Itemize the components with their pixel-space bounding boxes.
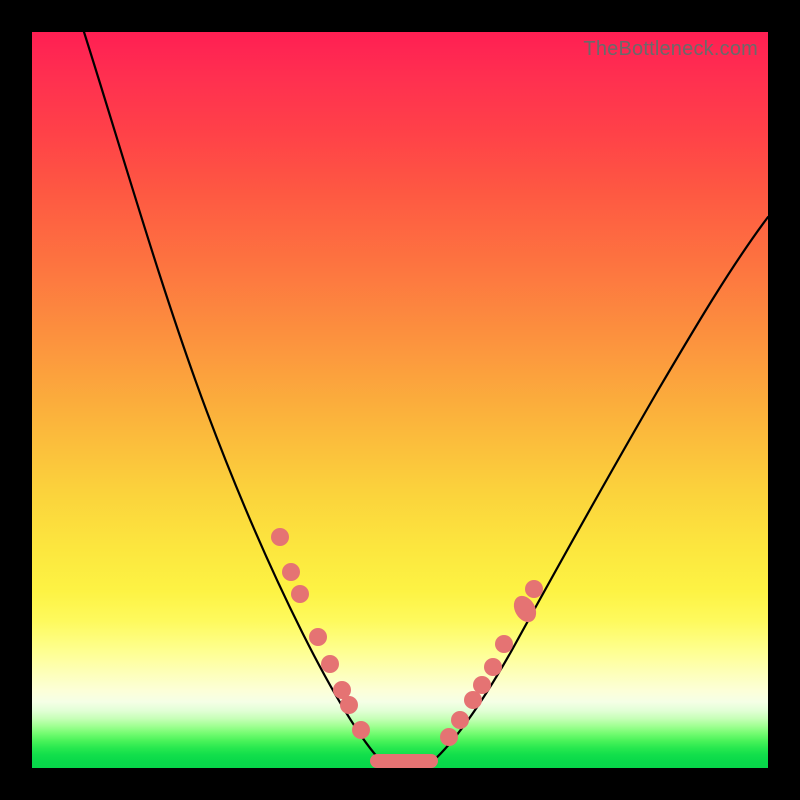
marker-dot: [473, 676, 491, 694]
marker-dot: [271, 528, 289, 546]
marker-dot: [451, 711, 469, 729]
marker-dot: [282, 563, 300, 581]
curve-left: [84, 32, 382, 762]
marker-dot: [291, 585, 309, 603]
marker-dot: [525, 580, 543, 598]
chart-svg: [32, 32, 768, 768]
marker-dot: [484, 658, 502, 676]
marker-dot: [440, 728, 458, 746]
valley-floor-marker: [370, 754, 438, 768]
marker-dot: [495, 635, 513, 653]
marker-dot: [340, 696, 358, 714]
marker-dot: [464, 691, 482, 709]
plot-area: TheBottleneck.com: [32, 32, 768, 768]
marker-dot: [309, 628, 327, 646]
chart-frame: TheBottleneck.com: [0, 0, 800, 800]
marker-dot: [352, 721, 370, 739]
marker-dot: [321, 655, 339, 673]
